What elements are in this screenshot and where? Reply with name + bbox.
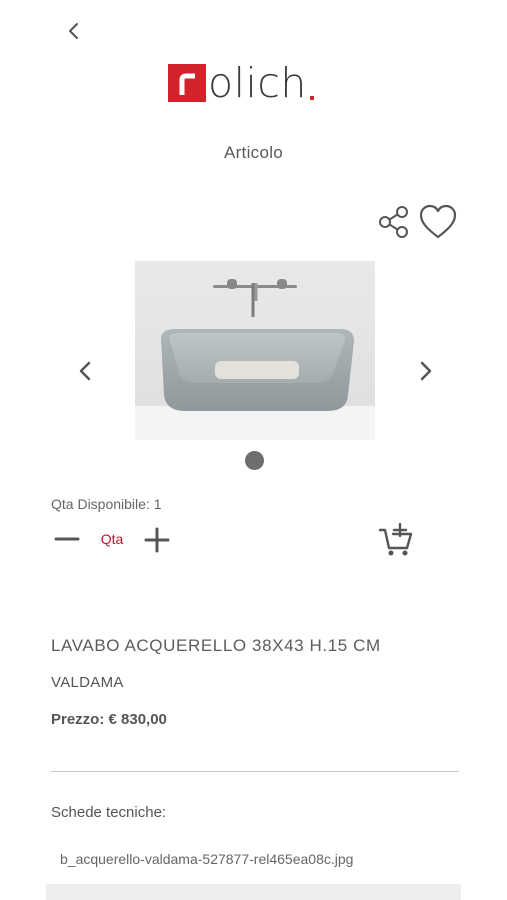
minus-icon <box>54 537 80 541</box>
page-title: Articolo <box>223 143 284 162</box>
gallery-dot-active[interactable] <box>245 451 264 470</box>
product-name: LAVABO ACQUERELLO 38X43 H.15 CM <box>51 636 381 655</box>
plus-icon <box>144 527 170 553</box>
add-to-cart-button[interactable] <box>378 522 414 558</box>
chevron-left-icon <box>69 23 78 39</box>
chevron-left-icon <box>79 361 91 381</box>
logo-dot <box>309 96 314 100</box>
file-list-container <box>46 884 461 900</box>
logo-text: olich <box>208 58 307 107</box>
logo-mark <box>168 64 206 102</box>
product-brand: VALDAMA <box>51 674 124 691</box>
product-price: Prezzo: € 830,00 <box>51 711 167 728</box>
share-icon <box>379 206 408 238</box>
chevron-right-icon <box>420 361 432 381</box>
brand-logo: olich <box>168 62 314 104</box>
previous-image-button[interactable] <box>70 356 100 386</box>
divider <box>51 771 459 772</box>
tech-sheet-file-link[interactable]: b_acquerello-valdama-527877-rel465ea08c.… <box>60 850 400 868</box>
share-button[interactable] <box>376 204 412 240</box>
back-button[interactable] <box>62 18 86 44</box>
next-image-button[interactable] <box>411 356 441 386</box>
quantity-input[interactable] <box>92 529 132 549</box>
favorite-button[interactable] <box>418 203 458 241</box>
increase-quantity-button[interactable] <box>143 527 171 553</box>
quantity-available: Qta Disponibile: 1 <box>51 496 162 512</box>
add-to-cart-icon <box>378 522 413 556</box>
heart-icon <box>419 204 457 239</box>
product-image[interactable] <box>135 261 375 440</box>
tech-sheets-label: Schede tecniche: <box>51 804 167 821</box>
decrease-quantity-button[interactable] <box>54 528 80 550</box>
